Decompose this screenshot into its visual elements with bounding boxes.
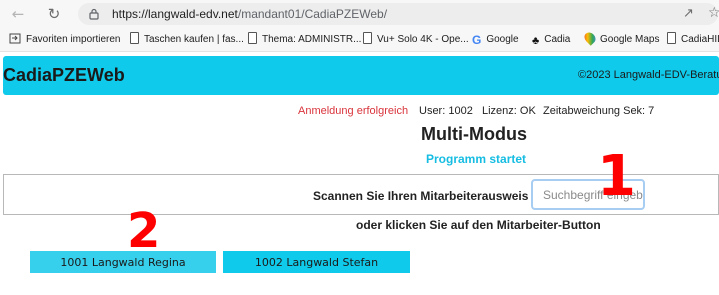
folder-import-icon — [9, 33, 21, 44]
bookmark-label: Cadia — [544, 34, 571, 45]
app-title[interactable]: CadiaPZEWeb — [3, 65, 125, 86]
reload-icon[interactable]: ↻ — [44, 4, 64, 24]
bookmark-favoriten-importieren[interactable]: Favoriten importieren — [9, 32, 120, 48]
url-host: https://langwald-edv.net — [112, 7, 238, 21]
url-text[interactable]: https://langwald-edv.net/mandant01/Cadia… — [112, 7, 387, 21]
bookmark-taschen-kaufen[interactable]: Taschen kaufen | fas... — [130, 32, 244, 48]
time-offset-info: Zeitabweichung Sek: 7 — [543, 105, 655, 117]
employee-button-hint: oder klicken Sie auf den Mitarbeiter-But… — [356, 218, 601, 232]
bookmark-label: Thema: ADMINISTR... — [262, 34, 362, 45]
employee-button-1001[interactable]: 1001 Langwald Regina — [30, 251, 216, 273]
cadia-icon: ♣ — [532, 35, 540, 47]
browser-toolbar: ← ↻ https://langwald-edv.net/mandant01/C… — [0, 0, 719, 28]
bookmark-label: Vu+ Solo 4K - Ope... — [377, 34, 469, 45]
program-status: Programm startet — [426, 152, 527, 166]
bookmark-label: CadiaHIL — [681, 34, 719, 45]
page-icon — [248, 32, 257, 44]
maps-icon — [582, 30, 598, 46]
mode-title: Multi-Modus — [421, 124, 527, 144]
bookmark-cadiahil[interactable]: CadiaHIL — [667, 32, 719, 48]
bookmark-google[interactable]: G Google — [472, 32, 519, 48]
page-icon — [363, 32, 372, 44]
app-header: CadiaPZEWeb ©2023 Langwald-EDV-Beratung — [3, 56, 719, 95]
scan-label: Scannen Sie Ihren Mitarbeiterausweis — [313, 189, 529, 203]
annotation-marker-1: 1 — [597, 144, 636, 209]
bookmark-google-maps[interactable]: Google Maps — [582, 30, 660, 48]
lock-icon[interactable] — [88, 8, 100, 20]
bookmark-label: Google — [486, 34, 519, 45]
login-status: Anmeldung erfolgreich — [298, 105, 409, 117]
bookmark-label: Favoriten importieren — [26, 34, 121, 45]
user-info: User: 1002 — [419, 105, 473, 117]
bookmark-label: Google Maps — [600, 34, 660, 45]
employee-button-1002[interactable]: 1002 Langwald Stefan — [223, 251, 410, 273]
google-icon: G — [472, 33, 482, 47]
address-bar[interactable]: https://langwald-edv.net/mandant01/Cadia… — [78, 3, 719, 25]
bookmark-vu-solo[interactable]: Vu+ Solo 4K - Ope... — [363, 32, 469, 48]
copyright-text: ©2023 Langwald-EDV-Beratung — [578, 69, 719, 81]
url-path: /mandant01/CadiaPZEWeb/ — [237, 7, 388, 21]
bookmark-thema-administr[interactable]: Thema: ADMINISTR... — [248, 32, 361, 48]
page-icon — [667, 32, 676, 44]
bookmarks-bar: Favoriten importieren Taschen kaufen | f… — [0, 28, 719, 52]
bookmark-cadia[interactable]: ♣ Cadia — [532, 32, 570, 48]
annotation-marker-2: 2 — [127, 203, 161, 259]
license-info: Lizenz: OK — [482, 105, 536, 117]
open-external-icon[interactable]: ↗ — [683, 6, 694, 21]
arrow-left-icon[interactable]: ← — [8, 4, 28, 24]
page-icon — [130, 32, 139, 44]
star-icon[interactable]: ☆ — [708, 5, 719, 21]
bookmark-label: Taschen kaufen | fas... — [144, 34, 244, 45]
